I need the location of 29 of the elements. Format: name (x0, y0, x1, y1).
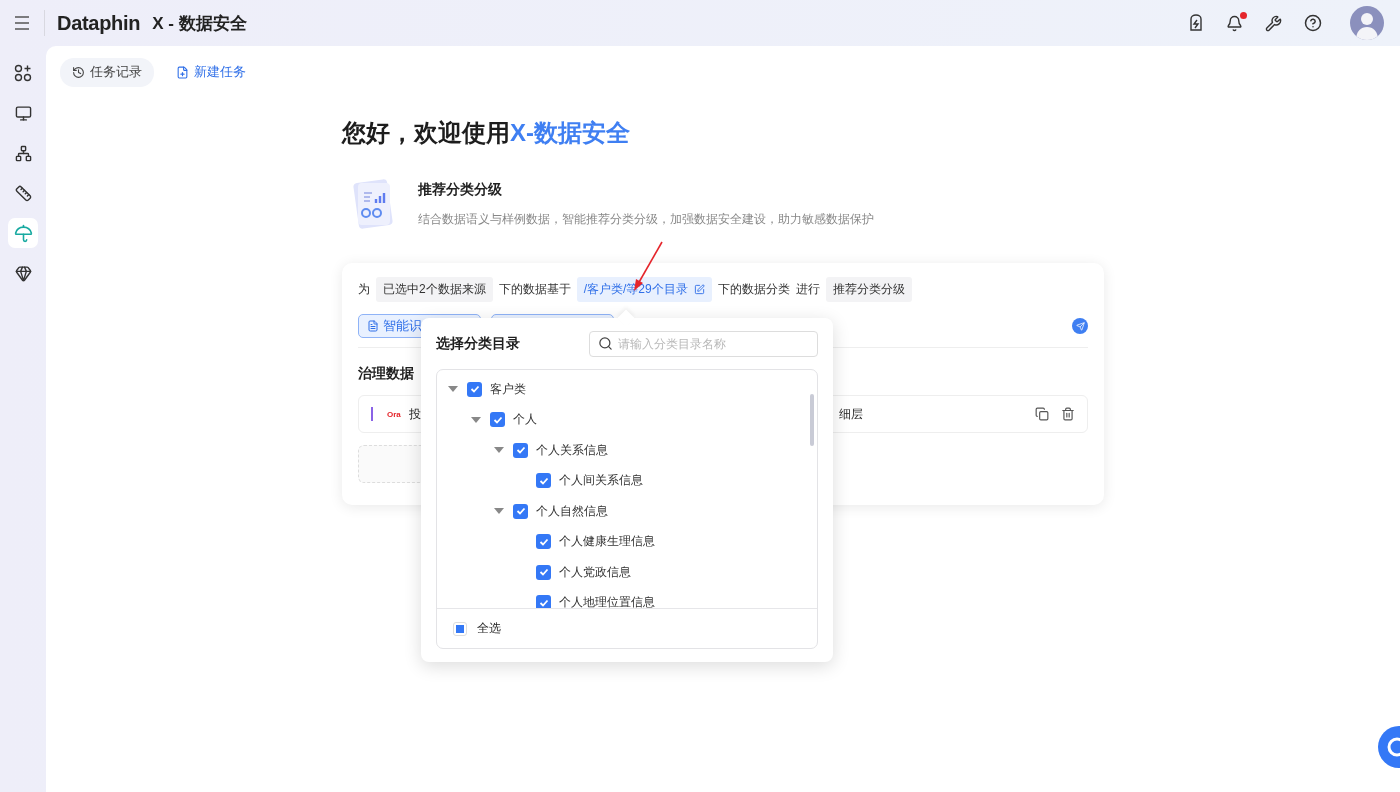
source-label: Ora (387, 409, 401, 419)
app-title: X - 数据安全 (152, 12, 247, 35)
sentence-text: 为 (358, 281, 370, 298)
new-task-button[interactable]: 新建任务 (164, 58, 258, 87)
tree-item-label[interactable]: 个人党政信息 (559, 563, 631, 581)
search-field[interactable]: 请输入分类目录名称 (589, 331, 818, 357)
tree-item-label[interactable]: 客户类 (490, 380, 526, 398)
history-button[interactable]: 任务记录 (60, 58, 154, 87)
section-title: 治理数据 (358, 365, 415, 383)
catalog-link[interactable]: /客户类/等29个目录 (576, 277, 712, 302)
sentence-text: 进行 (795, 281, 820, 298)
welcome-heading: 您好，欢迎使用X-数据安全 (342, 118, 631, 148)
tree-item-label[interactable]: 个人关系信息 (536, 441, 608, 459)
sentence-text: 下的数据分类 (717, 281, 790, 298)
popover-title: 选择分类目录 (436, 335, 520, 353)
tree-item-label[interactable]: 个人地理位置信息 (559, 594, 655, 608)
brand-logo[interactable]: Dataphin (57, 11, 141, 35)
feature-description: 结合数据语义与样例数据，智能推荐分类分级，加强数据安全建设，助力敏感数据保护 (418, 210, 874, 228)
tree-item-label[interactable]: 个人健康生理信息 (559, 533, 655, 551)
feature-title: 推荐分类分级 (418, 180, 503, 199)
sentence-text: 下的数据基于 (498, 281, 571, 298)
tree-item-label[interactable]: 个人 (513, 411, 537, 429)
select-all-label[interactable]: 全选 (477, 620, 501, 637)
tree-item-label[interactable]: 个人自然信息 (536, 502, 608, 520)
tree-item-label[interactable]: 个人间关系信息 (559, 472, 643, 490)
layer-text: 细层 (838, 405, 863, 423)
selection-tag[interactable]: 推荐分类分级 (825, 277, 912, 302)
data-name: 投 (408, 405, 421, 423)
selection-tag[interactable]: 已选中2个数据来源 (376, 277, 493, 302)
